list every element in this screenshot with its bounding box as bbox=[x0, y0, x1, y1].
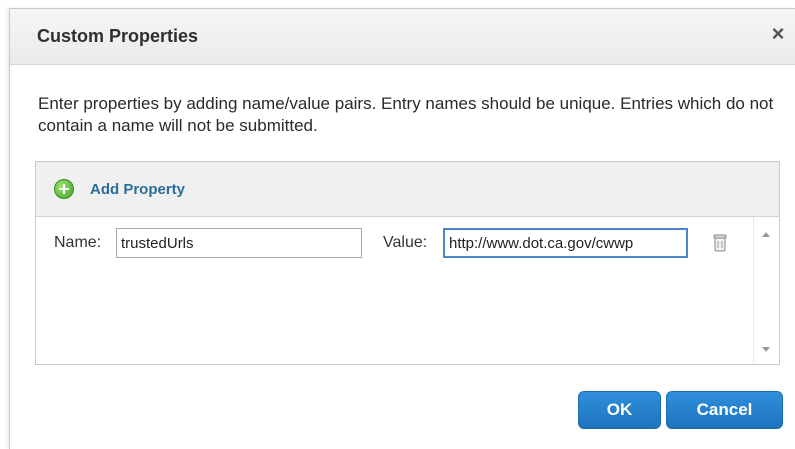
custom-properties-dialog: Custom Properties × Enter properties by … bbox=[9, 8, 795, 449]
property-list: Name: Value: bbox=[36, 217, 754, 364]
panel-toolbar: Add Property bbox=[36, 162, 779, 217]
ok-button[interactable]: OK bbox=[578, 391, 661, 429]
property-row: Name: Value: bbox=[36, 217, 754, 261]
close-icon[interactable]: × bbox=[767, 23, 789, 45]
value-label: Value: bbox=[383, 234, 428, 251]
add-circle-icon bbox=[54, 179, 74, 199]
scroll-down-arrow-icon[interactable] bbox=[762, 347, 770, 352]
name-label: Name: bbox=[54, 234, 102, 251]
properties-panel: Add Property Name: Value: bbox=[35, 161, 780, 365]
property-value-input[interactable] bbox=[443, 228, 688, 258]
trash-icon[interactable] bbox=[713, 234, 727, 252]
add-property-label: Add Property bbox=[90, 180, 186, 198]
instructions-text: Enter properties by adding name/value pa… bbox=[38, 94, 774, 135]
scroll-up-arrow-icon[interactable] bbox=[762, 232, 770, 237]
dialog-titlebar: Custom Properties × bbox=[10, 9, 795, 65]
cancel-button[interactable]: Cancel bbox=[666, 391, 783, 429]
dialog-title: Custom Properties bbox=[37, 26, 199, 46]
property-name-input[interactable] bbox=[116, 228, 362, 258]
add-property-button[interactable]: Add Property bbox=[54, 176, 185, 202]
list-scrollbar[interactable] bbox=[753, 217, 779, 364]
